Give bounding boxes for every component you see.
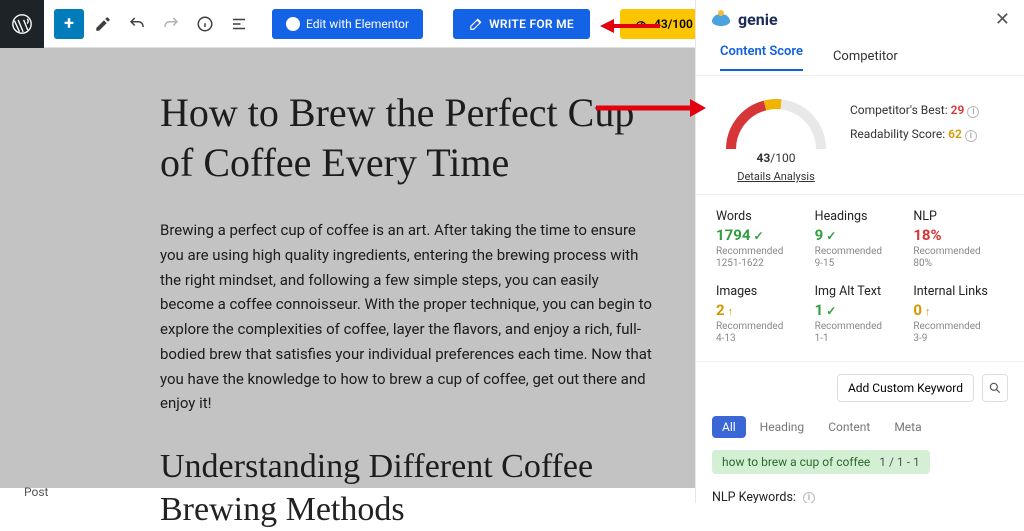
metric-internal-links: Internal Links 0↑ Recommended3-9 [913, 284, 1004, 345]
tab-competitor[interactable]: Competitor [833, 49, 898, 64]
close-icon[interactable]: ✕ [995, 9, 1010, 30]
competitor-stats: Competitor's Best: 29i Readability Score… [850, 94, 979, 146]
filter-all[interactable]: All [712, 416, 746, 438]
score-gauge [721, 94, 831, 149]
post-editor[interactable]: How to Brew the Perfect Cup of Coffee Ev… [0, 48, 695, 488]
genie-panel: genie ✕ Content Score Competitor 43/100 … [695, 0, 1024, 503]
info-icon[interactable]: i [967, 106, 979, 118]
info-icon[interactable]: i [803, 492, 815, 504]
panel-header: genie ✕ [696, 0, 1024, 38]
edit-elementor-label: Edit with Elementor [306, 17, 409, 31]
nlp-keywords-row: NLP Keywords: i [712, 490, 1008, 503]
magic-wand-icon [469, 17, 483, 31]
keywords-section: Add Custom Keyword All Heading Content M… [696, 362, 1024, 503]
post-paragraph[interactable]: Brewing a perfect cup of coffee is an ar… [160, 218, 655, 416]
edit-mode-icon[interactable] [88, 9, 118, 39]
add-block-button[interactable]: + [54, 9, 84, 39]
readability-label: Readability Score: [850, 127, 945, 141]
metric-words: Words 1794✓ Recommended1251-1622 [716, 209, 807, 270]
readability-value: 62 [948, 127, 962, 141]
panel-tabs: Content Score Competitor [696, 38, 1024, 76]
brand: genie [710, 8, 778, 30]
check-icon: ✓ [753, 229, 763, 243]
undo-icon[interactable] [122, 9, 152, 39]
score-badge-label: 43/100 [654, 17, 693, 31]
arrow-up-icon: ↑ [728, 305, 734, 318]
info-icon[interactable]: i [965, 130, 977, 142]
redo-icon[interactable] [156, 9, 186, 39]
filter-meta[interactable]: Meta [884, 416, 931, 438]
check-icon: ✓ [826, 304, 836, 318]
filter-content[interactable]: Content [818, 416, 880, 438]
post-heading-2[interactable]: Understanding Different Coffee Brewing M… [160, 446, 655, 531]
genie-logo-icon [710, 8, 732, 30]
post-title[interactable]: How to Brew the Perfect Cup of Coffee Ev… [160, 88, 655, 188]
search-keyword-button[interactable] [982, 374, 1008, 402]
metric-headings: Headings 9✓ Recommended9-15 [815, 209, 906, 270]
outline-icon[interactable] [224, 9, 254, 39]
info-icon[interactable] [190, 9, 220, 39]
filter-heading[interactable]: Heading [750, 416, 815, 438]
add-custom-keyword-button[interactable]: Add Custom Keyword [837, 374, 974, 402]
gauge-box: 43/100 Details Analysis [716, 94, 836, 184]
metrics-grid: Words 1794✓ Recommended1251-1622 Heading… [696, 195, 1024, 362]
competitor-best-label: Competitor's Best: [850, 103, 948, 117]
keyword-filter-row: All Heading Content Meta [712, 416, 1008, 438]
metric-nlp: NLP 18% Recommended80% [913, 209, 1004, 270]
arrow-up-icon: ↑ [925, 305, 931, 318]
details-analysis-link[interactable]: Details Analysis [737, 170, 815, 183]
footer-breadcrumb: Post [24, 485, 48, 499]
keyword-chip[interactable]: how to brew a cup of coffee 1 / 1 - 1 [712, 450, 930, 474]
search-icon [988, 381, 1002, 395]
metric-img-alt: Img Alt Text 1✓ Recommended1-1 [815, 284, 906, 345]
edit-elementor-button[interactable]: Edit with Elementor [272, 9, 423, 39]
check-icon: ✓ [826, 229, 836, 243]
write-for-me-label: WRITE FOR ME [489, 17, 574, 31]
competitor-best-value: 29 [951, 103, 965, 117]
tab-content-score[interactable]: Content Score [720, 44, 803, 71]
gauge-section: 43/100 Details Analysis Competitor's Bes… [696, 76, 1024, 195]
wordpress-logo-icon[interactable] [0, 0, 44, 48]
gauge-icon [634, 17, 648, 31]
brand-name: genie [738, 10, 778, 29]
score-badge-button[interactable]: 43/100 [620, 9, 707, 39]
write-for-me-button[interactable]: WRITE FOR ME [453, 9, 590, 39]
metric-images: Images 2↑ Recommended4-13 [716, 284, 807, 345]
elementor-icon [286, 17, 300, 31]
